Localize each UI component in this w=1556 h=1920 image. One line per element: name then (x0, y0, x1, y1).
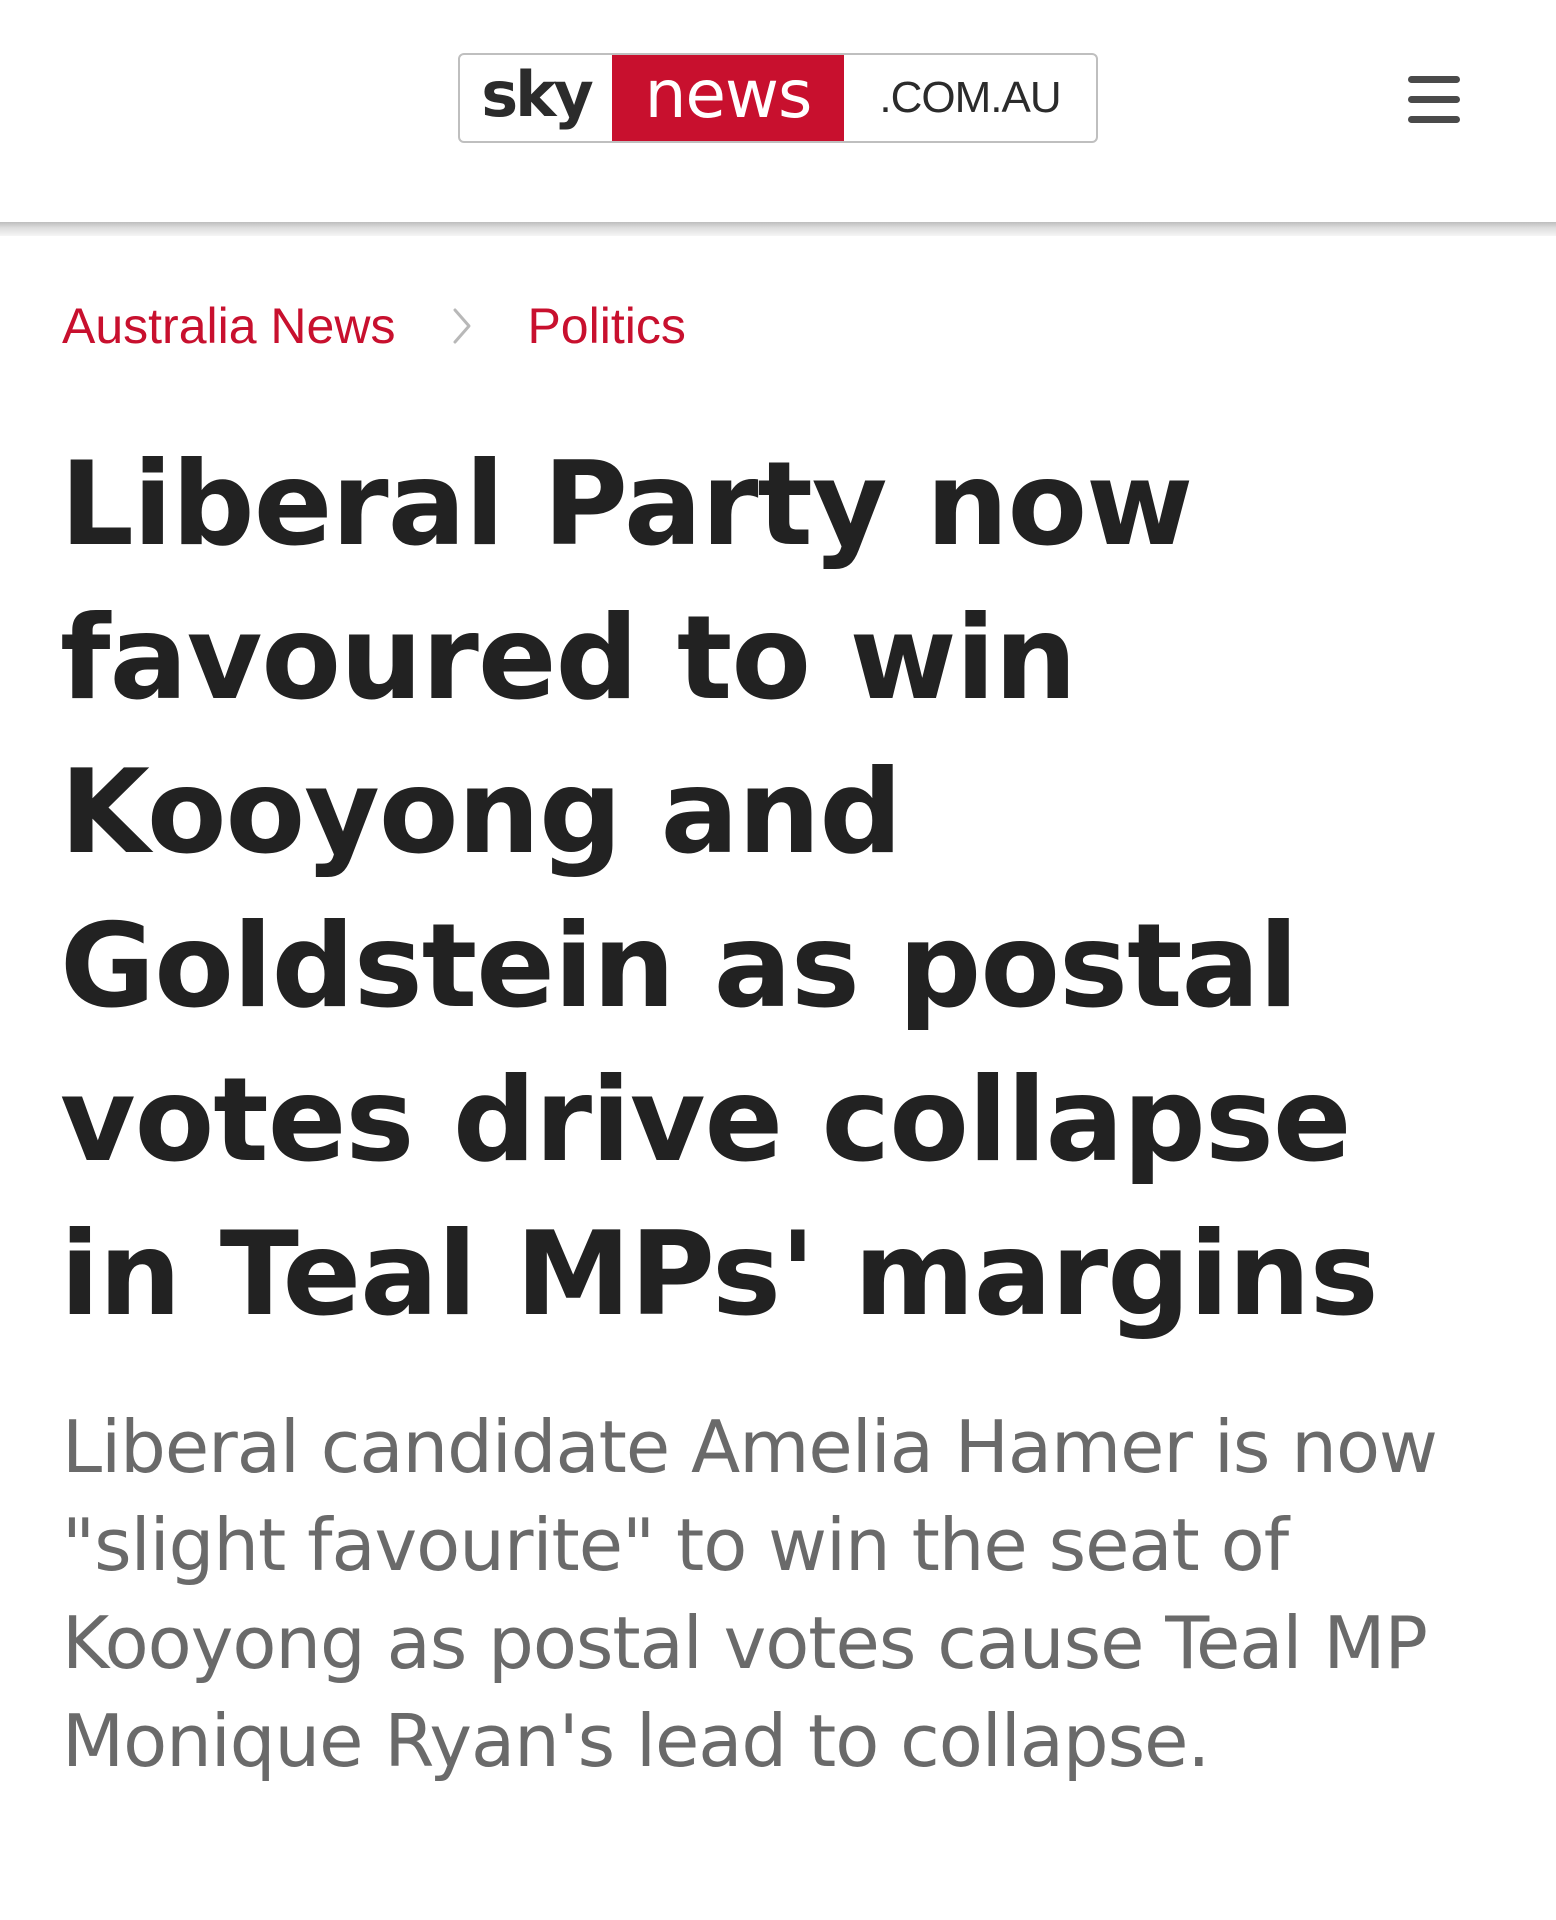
breadcrumb-item-politics[interactable]: Politics (527, 297, 685, 355)
logo-news-text: news (612, 55, 844, 141)
hamburger-menu-icon[interactable] (1404, 74, 1464, 126)
logo-domain-text: .COM.AU (879, 73, 1061, 122)
article-page: sky news .COM.AU Australia News Politics… (0, 0, 1556, 1920)
breadcrumb: Australia News Politics (62, 296, 686, 356)
article-standfirst: Liberal candidate Amelia Hamer is now "s… (62, 1405, 1438, 1783)
sky-news-logo[interactable]: sky news .COM.AU (458, 53, 1098, 143)
chevron-right-icon (453, 308, 471, 344)
breadcrumb-item-australia-news[interactable]: Australia News (62, 297, 395, 355)
site-header: sky news .COM.AU (0, 0, 1556, 222)
logo-sky-text: sky (481, 57, 594, 131)
header-divider (0, 222, 1556, 236)
article-headline: Liberal Party now favoured to win Kooyon… (60, 437, 1379, 1342)
